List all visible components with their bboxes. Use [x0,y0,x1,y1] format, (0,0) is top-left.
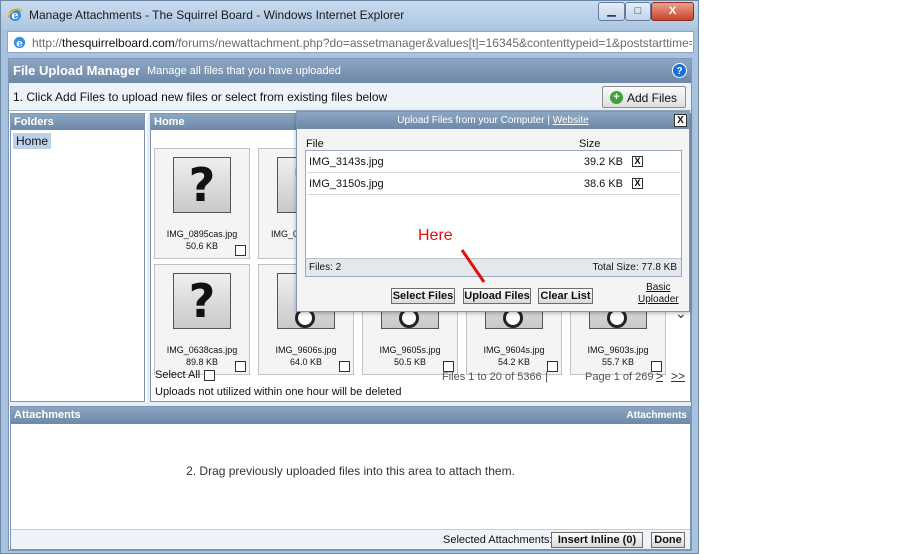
thumbnail-checkbox[interactable] [339,361,350,372]
thumbnail-checkbox[interactable] [235,361,246,372]
select-files-button[interactable]: Select Files [391,288,455,304]
annotation-here: Here [418,227,453,244]
selected-attachments-label: Selected Attachments: [443,534,553,546]
close-dialog-button[interactable]: X [674,114,687,127]
file-name: IMG_3143s.jpg [309,156,384,168]
question-icon: ? [188,158,216,212]
ie-logo-icon: e [7,8,23,22]
select-all-checkbox[interactable] [204,369,216,381]
files-range: Files 1 to 20 of 5366 [442,371,542,383]
insert-inline-button[interactable]: Insert Inline (0) [551,532,643,548]
upload-files-dialog: Upload Files from your Computer | Websit… [296,111,690,312]
select-all-label: Select All [155,369,201,381]
dialog-title: Upload Files from your Computer | [397,115,550,126]
file-size: 38.6 KB [583,178,623,190]
page-separator: | [545,369,549,383]
add-files-button[interactable]: + Add Files [602,86,686,108]
header-subtitle: Manage all files that you have uploaded [147,65,341,77]
thumbnail-name: IMG_9606s.jpg [275,345,337,355]
folders-title: Folders [11,114,144,130]
instruction-text: 1. Click Add Files to upload new files o… [13,90,388,104]
add-icon: + [610,91,623,104]
header-title: File Upload Manager [13,63,141,78]
attachments-footer: Selected Attachments: Insert Inline (0) … [11,529,690,549]
upload-file-list: IMG_3143s.jpg 39.2 KB X IMG_3150s.jpg 38… [305,150,682,277]
url-text: http://thesquirrelboard.com/forums/newat… [32,36,692,50]
clear-list-button[interactable]: Clear List [538,288,593,304]
thumbnail-name: IMG_9605s.jpg [379,345,441,355]
annotation-arrow-icon [460,249,486,283]
thumbnail-name: IMG_9603s.jpg [587,345,649,355]
file-upload-manager-header: File Upload Manager Manage all files tha… [9,59,691,83]
address-bar[interactable]: e http://thesquirrelboard.com/forums/new… [7,31,694,53]
svg-text:e: e [16,37,23,49]
page-icon: e [13,36,26,49]
select-all[interactable]: Select All [155,369,216,381]
thumbnail[interactable]: ? IMG_0638cas.jpg 89.8 KB [154,264,250,375]
file-name: IMG_3150s.jpg [309,178,384,190]
dialog-header: Upload Files from your Computer | Websit… [297,112,689,129]
window-title: Manage Attachments - The Squirrel Board … [29,8,405,22]
thumbnail-checkbox[interactable] [235,245,246,256]
folders-panel: Folders Home [10,113,145,402]
files-count: Files: 2 [309,262,342,273]
maximize-button[interactable]: □ [625,2,651,21]
thumbnail-name: IMG_0638cas.jpg [166,345,238,355]
column-file: File [306,138,324,150]
drag-instruction: 2. Drag previously uploaded files into t… [186,464,515,478]
close-window-button[interactable]: X [651,2,694,21]
total-size: Total Size: 77.8 KB [592,262,678,273]
last-page-link[interactable]: >> [671,369,685,383]
list-item: IMG_3150s.jpg 38.6 KB X [307,174,680,195]
column-size: Size [579,138,601,150]
title-bar: e Manage Attachments - The Squirrel Boar… [1,1,698,29]
remove-file-button[interactable]: X [632,178,643,189]
thumbnail-name: IMG_9604s.jpg [483,345,545,355]
attachments-title-right: Attachments [626,410,687,421]
attachments-header: Attachments Attachments [11,407,690,424]
basic-uploader-link[interactable]: Basic Uploader [638,282,679,306]
list-item: IMG_3143s.jpg 39.2 KB X [307,152,680,173]
upload-files-button[interactable]: Upload Files [463,288,531,304]
done-button[interactable]: Done [651,532,685,548]
attachments-title: Attachments [14,409,81,421]
upload-note: Uploads not utilized within one hour wil… [155,386,402,398]
thumbnail-checkbox[interactable] [547,361,558,372]
thumbnail[interactable]: ? IMG_0895cas.jpg 50.6 KB [154,148,250,259]
question-icon: ? [188,274,216,328]
instruction-bar: 1. Click Add Files to upload new files o… [9,83,691,111]
minimize-button[interactable]: ▁ [598,2,625,21]
file-size: 39.2 KB [583,156,623,168]
website-link[interactable]: Website [553,115,589,126]
next-page-link[interactable]: > [656,369,663,383]
remove-file-button[interactable]: X [632,156,643,167]
file-list-footer: Files: 2 Total Size: 77.8 KB [306,258,681,276]
folder-home[interactable]: Home [13,133,52,149]
add-files-label: Add Files [627,91,678,105]
page-number: Page 1 of 269 [585,371,654,383]
help-icon[interactable]: ? [672,63,687,78]
thumbnail-name: IMG_0895cas.jpg [166,229,238,239]
attachments-panel: Attachments Attachments 2. Drag previous… [10,406,691,550]
